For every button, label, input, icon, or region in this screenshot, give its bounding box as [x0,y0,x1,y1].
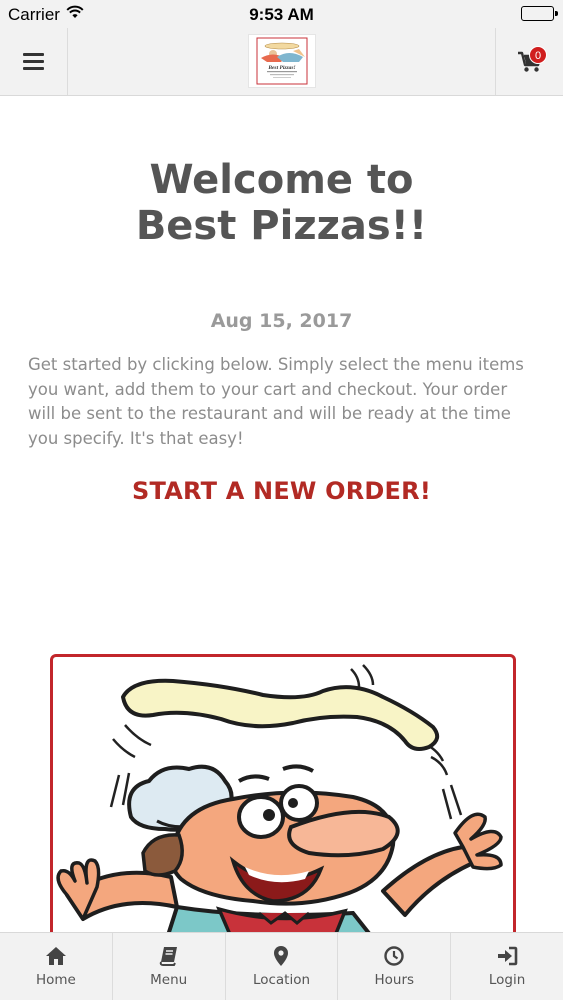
logo-image: Best Pizzas! [256,37,308,85]
tab-login[interactable]: Login [451,933,563,1000]
welcome-line-1: Welcome to [149,157,414,203]
post-date: Aug 15, 2017 [210,310,353,332]
bottom-tab-bar: Home Menu Location Hours Login [0,932,563,1000]
welcome-line-2: Best Pizzas!! [135,203,428,249]
tab-location[interactable]: Location [226,933,339,1000]
hamburger-icon [23,53,44,70]
cart-count-badge: 0 [529,46,547,64]
chef-cartoon [56,664,503,932]
status-bar: Carrier 9:53 AM [0,0,563,28]
tab-hours-label: Hours [374,972,415,988]
cart-button[interactable]: 0 [495,28,563,95]
tab-home[interactable]: Home [0,933,113,1000]
clock-time: 9:53 AM [249,5,314,24]
map-pin-icon [270,945,292,967]
tab-login-label: Login [488,972,526,988]
tab-location-label: Location [252,972,311,988]
battery-icon [521,6,558,21]
tab-menu-label: Menu [150,972,188,988]
tab-menu[interactable]: Menu [113,933,226,1000]
login-icon [496,945,518,967]
book-icon [158,945,180,967]
restaurant-logo[interactable]: Best Pizzas! [248,34,316,88]
intro-text: Get started by clicking below. Simply se… [28,355,524,448]
chef-illustration[interactable] [50,654,516,932]
clock-icon [383,945,405,967]
tab-home-label: Home [35,972,76,988]
menu-button[interactable] [0,28,68,95]
tab-hours[interactable]: Hours [338,933,452,1000]
logo-wordmark: Best Pizzas! [267,65,295,71]
start-order-link[interactable]: START A NEW ORDER! [0,477,563,505]
welcome-heading: Welcome to Best Pizzas!! [0,157,563,249]
top-navbar: Best Pizzas! 0 [0,28,563,96]
home-icon [45,945,67,967]
main-content: Welcome to Best Pizzas!! Aug 15, 2017 Ge… [0,97,563,932]
